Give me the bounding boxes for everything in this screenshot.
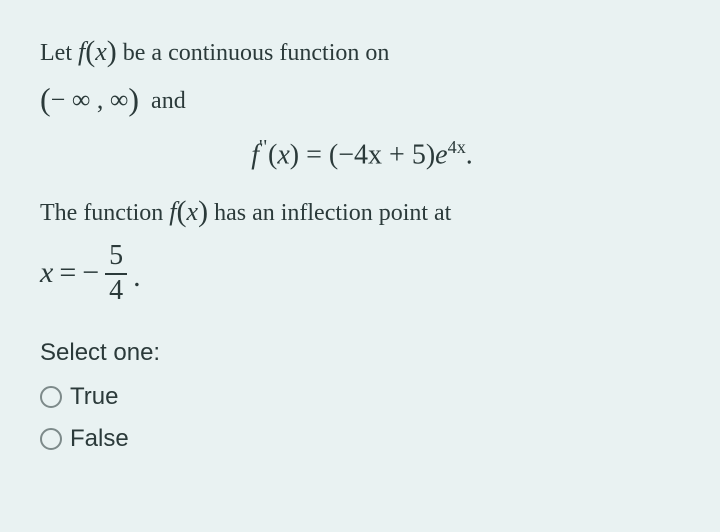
open-paren: (: [177, 195, 187, 228]
open-paren: (: [268, 139, 277, 170]
question-card: Let f(x) be a continuous function on (− …: [0, 0, 720, 491]
close-paren: ): [107, 35, 117, 68]
exponent: 4x: [448, 137, 466, 157]
text: Let: [40, 40, 78, 66]
interval-open-paren: (: [40, 81, 51, 117]
numerator: 5: [105, 241, 127, 272]
radio-icon[interactable]: [40, 428, 62, 450]
equals: =: [299, 139, 329, 170]
text: has an inflection point at: [208, 200, 451, 226]
minus-sign: −: [82, 250, 99, 295]
interval-close-paren: ): [128, 81, 139, 117]
e-symbol: e: [435, 139, 447, 170]
f-symbol: f: [169, 197, 176, 226]
option-label: True: [70, 379, 118, 415]
denominator: 4: [105, 276, 127, 307]
question-line-2: (− ∞ , ∞) and: [40, 73, 684, 121]
question-line-1: Let f(x) be a continuous function on: [40, 28, 684, 73]
period: .: [133, 254, 141, 299]
question-line-4: The function f(x) has an inflection poin…: [40, 188, 684, 233]
option-false[interactable]: False: [40, 421, 684, 457]
rhs-text: −4x + 5: [338, 139, 426, 170]
interval-body: − ∞ , ∞: [51, 85, 129, 114]
text: and: [139, 88, 186, 114]
rhs-body: −4x + 5: [338, 139, 426, 170]
close-paren: ): [290, 139, 299, 170]
fraction: 5 4: [105, 241, 127, 307]
equals: =: [59, 250, 76, 295]
x-symbol: x: [277, 139, 289, 170]
primes: '': [259, 137, 268, 158]
open-paren: (: [85, 35, 95, 68]
f-symbol: f: [251, 139, 259, 170]
options-group: True False: [40, 379, 684, 457]
option-label: False: [70, 421, 129, 457]
open-paren: (: [329, 139, 338, 170]
close-paren: ): [426, 139, 435, 170]
option-true[interactable]: True: [40, 379, 684, 415]
x-symbol: x: [40, 250, 53, 295]
claim-equation: x = − 5 4 .: [40, 239, 684, 305]
select-one-label: Select one:: [40, 335, 684, 371]
period: .: [466, 139, 473, 170]
x-symbol: x: [95, 37, 107, 66]
x-symbol: x: [187, 197, 199, 226]
equation-display: f''(x) = (−4x + 5)e4x.: [40, 133, 684, 176]
text: be a continuous function on: [117, 40, 390, 66]
close-paren: ): [198, 195, 208, 228]
radio-icon[interactable]: [40, 386, 62, 408]
text: The function: [40, 200, 169, 226]
